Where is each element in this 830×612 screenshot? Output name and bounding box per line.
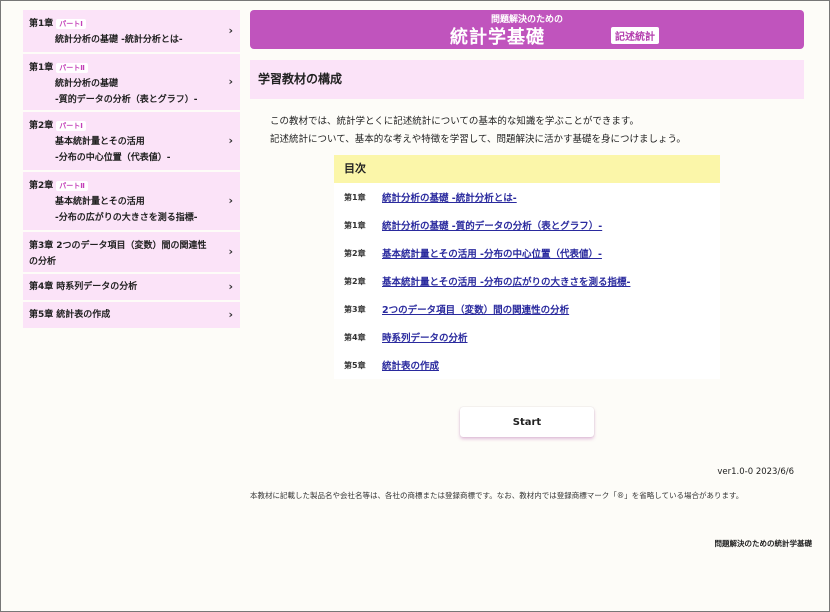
toc-chapter: 第2章 [344, 248, 366, 258]
sidebar-item-label: 2つのデータ項目（変数）間の関連性の分析 [29, 241, 207, 267]
intro-line: 記述統計について、基本的な考えや特徴を学習して、問題解決に活かす基礎を身につけま… [270, 134, 686, 145]
start-button[interactable]: Start [460, 407, 594, 437]
sidebar-item-label: 時系列データの分析 [56, 282, 138, 292]
sidebar-item-ch4[interactable]: 第4章 時系列データの分析 › [23, 274, 240, 300]
toc-link-ch1-part2[interactable]: 統計分析の基礎 -質的データの分析（表とグラフ）- [382, 218, 602, 232]
sidebar-item-ch5[interactable]: 第5章 統計表の作成 › [23, 302, 240, 328]
sidebar-item-sublabel: -分布の広がりの大きさを測る指標- [55, 213, 198, 223]
sidebar-chapter: 第1章 [29, 19, 54, 29]
sidebar-item-ch1-part1[interactable]: 第1章 パートⅠ 統計分析の基礎 -統計分析とは- › [23, 10, 240, 52]
toc-row: 第5章 統計表の作成 [334, 351, 720, 379]
toc-row: 第2章 基本統計量とその活用 -分布の広がりの大きさを測る指標- [334, 267, 720, 295]
sidebar: 第1章 パートⅠ 統計分析の基礎 -統計分析とは- › 第1章 パートⅡ 統計分析の… [23, 10, 240, 328]
version-text: ver1.0-0 2023/6/6 [717, 467, 794, 477]
toc-chapter: 第5章 [344, 360, 366, 370]
chevron-right-icon: › [228, 280, 233, 293]
sidebar-chapter: 第2章 [29, 121, 54, 131]
sidebar-item-label: 統計表の作成 [56, 310, 111, 320]
sidebar-chapter: 第5章 [29, 310, 54, 320]
sidebar-item-label: 基本統計量とその活用 [55, 197, 145, 207]
intro-text: この教材では、統計学とくに記述統計についての基本的な知識を学ぶことができます。 … [270, 113, 790, 149]
chevron-right-icon: › [228, 308, 233, 321]
toc-row: 第4章 時系列データの分析 [334, 323, 720, 351]
toc-row: 第1章 統計分析の基礎 -質的データの分析（表とグラフ）- [334, 211, 720, 239]
toc-chapter: 第4章 [344, 332, 366, 342]
toc-link-ch1-part1[interactable]: 統計分析の基礎 -統計分析とは- [382, 190, 517, 204]
footer-title: 問題解決のための統計学基礎 [714, 539, 813, 548]
sidebar-item-ch3[interactable]: 第3章 2つのデータ項目（変数）間の関連性の分析 › [23, 232, 240, 272]
sidebar-item-label: 基本統計量とその活用 [55, 137, 145, 147]
part-badge: パートⅡ [56, 62, 88, 73]
banner-tag: 記述統計 [611, 27, 659, 44]
chevron-right-icon: › [228, 134, 233, 147]
sidebar-item-ch2-part2[interactable]: 第2章 パートⅡ 基本統計量とその活用 -分布の広がりの大きさを測る指標- › [23, 172, 240, 230]
banner-title: 統計学基礎 [450, 27, 545, 48]
trademark-notice: 本教材に記載した製品名や会社名等は、各社の商標または登録商標です。なお、教材内で… [250, 491, 744, 500]
part-badge: パートⅠ [56, 18, 86, 29]
toc-link-ch2-part1[interactable]: 基本統計量とその活用 -分布の中心位置（代表値）- [382, 246, 602, 260]
toc-link-ch5[interactable]: 統計表の作成 [382, 358, 439, 372]
title-banner: 問題解決のための 統計学基礎 記述統計 [250, 10, 804, 49]
sidebar-chapter: 第3章 [29, 241, 54, 251]
chevron-right-icon: › [228, 194, 233, 207]
toc-link-ch2-part2[interactable]: 基本統計量とその活用 -分布の広がりの大きさを測る指標- [382, 274, 630, 288]
toc-chapter: 第1章 [344, 220, 366, 230]
part-badge: パートⅡ [56, 180, 88, 191]
table-of-contents: 目次 第1章 統計分析の基礎 -統計分析とは- 第1章 統計分析の基礎 -質的デ… [334, 155, 720, 379]
sidebar-item-sublabel: -分布の中心位置（代表値）- [55, 153, 171, 163]
chevron-right-icon: › [228, 75, 233, 88]
part-badge: パートⅠ [56, 120, 86, 131]
toc-link-ch3[interactable]: 2つのデータ項目（変数）間の関連性の分析 [382, 302, 569, 316]
toc-row: 第1章 統計分析の基礎 -統計分析とは- [334, 183, 720, 211]
sidebar-chapter: 第2章 [29, 181, 54, 191]
toc-chapter: 第3章 [344, 304, 366, 314]
toc-link-ch4[interactable]: 時系列データの分析 [382, 330, 468, 344]
toc-heading: 目次 [334, 155, 720, 183]
section-title: 学習教材の構成 [250, 60, 804, 99]
toc-row: 第3章 2つのデータ項目（変数）間の関連性の分析 [334, 295, 720, 323]
intro-line: この教材では、統計学とくに記述統計についての基本的な知識を学ぶことができます。 [270, 116, 639, 127]
sidebar-chapter: 第4章 [29, 282, 54, 292]
chevron-right-icon: › [228, 245, 233, 258]
chevron-right-icon: › [228, 24, 233, 37]
sidebar-item-sublabel: -質的データの分析（表とグラフ）- [55, 95, 198, 105]
toc-row: 第2章 基本統計量とその活用 -分布の中心位置（代表値）- [334, 239, 720, 267]
toc-chapter: 第2章 [344, 276, 366, 286]
toc-chapter: 第1章 [344, 192, 366, 202]
sidebar-item-label: 統計分析の基礎 [55, 79, 119, 89]
sidebar-item-label: 統計分析の基礎 -統計分析とは- [55, 35, 183, 45]
sidebar-item-ch1-part2[interactable]: 第1章 パートⅡ 統計分析の基礎 -質的データの分析（表とグラフ）- › [23, 54, 240, 110]
sidebar-chapter: 第1章 [29, 63, 54, 73]
sidebar-item-ch2-part1[interactable]: 第2章 パートⅠ 基本統計量とその活用 -分布の中心位置（代表値）- › [23, 112, 240, 170]
